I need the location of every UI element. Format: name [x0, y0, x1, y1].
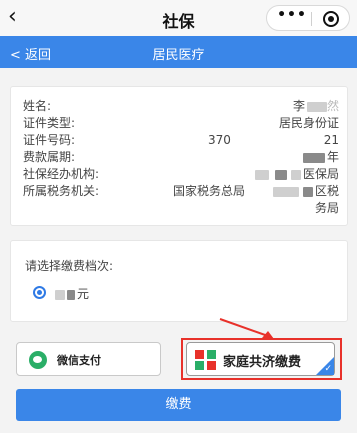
capsule-divider: [311, 12, 312, 26]
info-key: 社保经办机构:: [23, 167, 100, 181]
tax-authority-prefix: 国家税务总局: [173, 184, 246, 198]
family-copay-button[interactable]: 家庭共济缴费 ✓: [186, 342, 335, 376]
pay-submit-button[interactable]: 缴费: [16, 389, 341, 421]
id-number-suffix: 21: [323, 133, 339, 147]
wechat-icon: [29, 351, 47, 369]
info-value: 居民身份证: [278, 116, 339, 130]
family-copay-label: 家庭共济缴费: [223, 355, 302, 370]
info-value: 年: [302, 150, 339, 165]
tier-radio-selected[interactable]: [33, 286, 46, 299]
info-value: 区税: [272, 184, 339, 199]
info-value: 务局: [314, 201, 339, 215]
info-value: 医保局: [254, 167, 339, 182]
mini-program-capsule: •••: [266, 5, 350, 31]
info-key: 所属税务机关:: [23, 184, 100, 198]
wechat-pay-label: 微信支付: [57, 354, 101, 367]
payment-tier-card: 请选择缴费档次: 元: [10, 240, 348, 322]
tier-option-label[interactable]: 元: [55, 285, 89, 302]
family-copay-icon: [195, 350, 217, 370]
tier-label: 请选择缴费档次:: [25, 259, 114, 273]
close-target-icon[interactable]: [323, 11, 339, 27]
sub-header: < 返回 居民医疗: [0, 36, 357, 68]
info-key: 姓名:: [23, 99, 52, 113]
info-value: 李然: [292, 99, 339, 113]
page-title: 居民医疗: [152, 48, 205, 63]
top-bar: ‹ 社保 •••: [0, 0, 357, 36]
info-key: 证件类型:: [23, 116, 76, 130]
check-icon: ✓: [324, 364, 332, 374]
info-key: 费款属期:: [23, 150, 76, 164]
personal-info-card: 姓名: 李然 证件类型: 居民身份证 证件号码: 370 21 费款属期: 年 …: [10, 86, 348, 226]
id-number-prefix: 370: [208, 133, 231, 147]
more-icon[interactable]: •••: [275, 7, 309, 23]
wechat-pay-button[interactable]: 微信支付: [16, 342, 161, 376]
info-key: 证件号码:: [23, 133, 76, 147]
